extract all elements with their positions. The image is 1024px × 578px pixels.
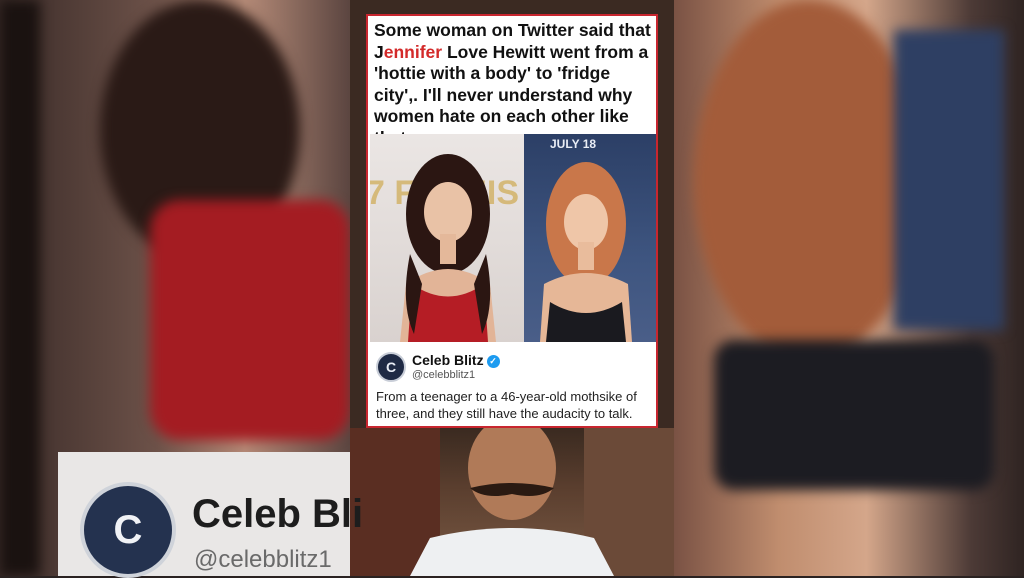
red-dress-shape [150,200,350,440]
backdrop-shape [894,30,1004,330]
background-author-handle: @celebblitz1 [194,546,332,573]
blurred-background-right [674,0,1024,576]
comparison-photos: 7 FM KIIS JULY 18 [370,134,656,342]
tweet-text: From a teenager to a 46-year-old mothsik… [376,389,637,421]
reaction-clip-illustration [350,428,674,576]
hair-shape-right [694,0,924,360]
photo-after: JULY 18 [524,134,656,342]
tweet-author-name: Celeb Blitz ✓ [412,352,500,368]
background-tweet-header: C Celeb Bli @celebblitz1 [58,452,363,578]
dark-dress-shape [714,340,994,490]
reaction-clip [350,428,674,576]
headline: Some woman on Twitter said that Jennifer… [374,20,654,149]
center-video-column: Some woman on Twitter said that Jennifer… [350,0,674,576]
photo-before: 7 FM KIIS [370,134,524,342]
background-avatar: C [80,482,176,578]
left-edge-shadow [0,0,40,576]
meme-card: Some woman on Twitter said that Jennifer… [366,14,658,428]
photo-after-bg-text: JULY 18 [550,137,596,151]
photo-before-illustration: 7 FM KIIS [370,154,519,342]
photo-after-illustration: JULY 18 [540,137,632,342]
tweet-avatar: C [376,352,406,382]
tweet: C Celeb Blitz ✓ @celebblitz1 From a teena… [368,346,656,426]
background-author-name: Celeb Bli [192,492,364,536]
tweet-author-handle: @celebblitz1 [412,369,476,381]
verified-badge-icon: ✓ [486,355,500,368]
tweet-author-name-text: Celeb Blitz [412,352,484,368]
headline-highlight: ennifer [383,41,443,62]
